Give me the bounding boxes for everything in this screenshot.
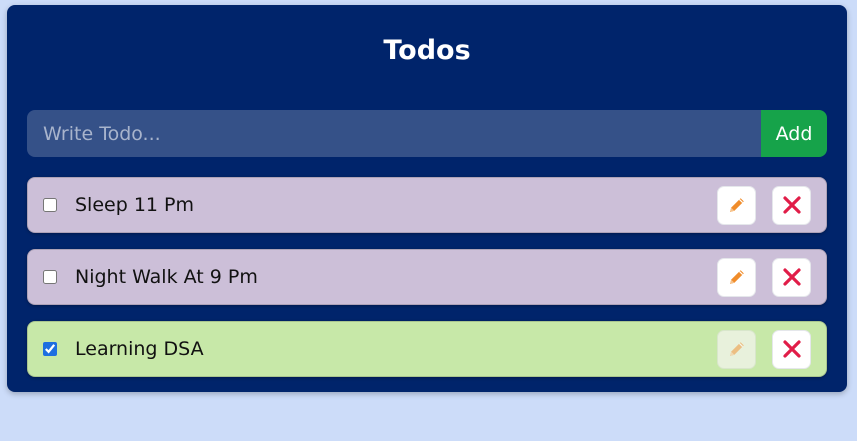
delete-button[interactable]	[772, 185, 811, 225]
todo-text: Night Walk At 9 Pm	[75, 266, 258, 288]
todo-item: Night Walk At 9 Pm	[27, 249, 827, 305]
todo-checkbox[interactable]	[43, 270, 57, 284]
todo-checkbox[interactable]	[43, 198, 57, 212]
close-icon	[782, 340, 801, 358]
page-title: Todos	[383, 35, 471, 66]
pencil-icon	[729, 198, 744, 212]
add-todo-form: Add	[27, 110, 827, 157]
pencil-icon	[729, 342, 744, 356]
todo-text: Sleep 11 Pm	[75, 194, 195, 216]
delete-button[interactable]	[772, 257, 811, 297]
close-icon	[782, 196, 801, 214]
edit-button[interactable]	[717, 257, 756, 297]
todo-panel: Todos Add Sleep 11 Pm Night Walk At 9 Pm	[7, 5, 847, 392]
todo-checkbox[interactable]	[43, 342, 57, 356]
edit-button[interactable]	[717, 185, 756, 225]
todo-item: Learning DSA	[27, 321, 827, 377]
todo-item: Sleep 11 Pm	[27, 177, 827, 233]
edit-button	[717, 329, 756, 369]
todo-input[interactable]	[27, 110, 761, 157]
pencil-icon	[729, 270, 744, 284]
delete-button[interactable]	[772, 329, 811, 369]
close-icon	[782, 268, 801, 286]
add-button[interactable]: Add	[761, 110, 827, 157]
todo-text: Learning DSA	[75, 338, 204, 360]
